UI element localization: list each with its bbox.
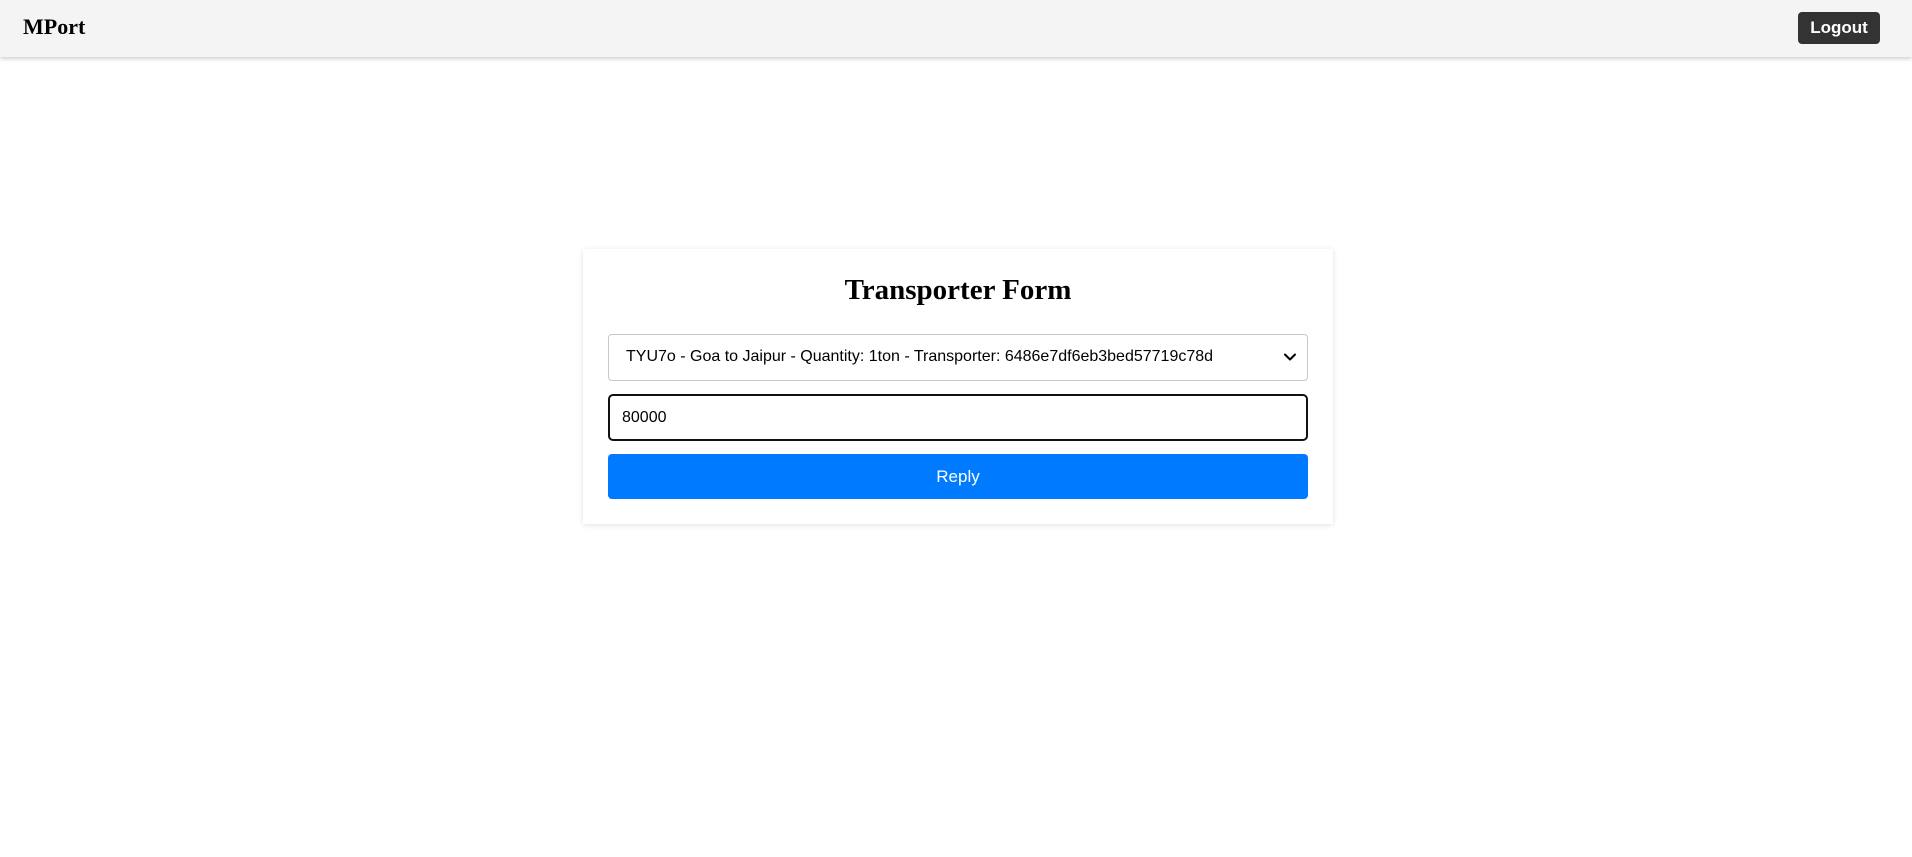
reply-button[interactable]: Reply — [608, 454, 1308, 499]
amount-input[interactable] — [608, 394, 1308, 441]
form-title: Transporter Form — [844, 274, 1072, 306]
top-navbar: MPort Logout — [0, 0, 1912, 57]
transporter-form-card: Transporter Form TYU7o - Goa to Jaipur -… — [583, 249, 1333, 524]
chevron-down-icon — [1284, 353, 1296, 361]
brand-logo[interactable]: MPort — [23, 14, 85, 40]
logout-button[interactable]: Logout — [1798, 12, 1880, 44]
shipment-select-value: TYU7o - Goa to Jaipur - Quantity: 1ton -… — [626, 348, 1214, 365]
shipment-select[interactable]: TYU7o - Goa to Jaipur - Quantity: 1ton -… — [608, 334, 1308, 381]
